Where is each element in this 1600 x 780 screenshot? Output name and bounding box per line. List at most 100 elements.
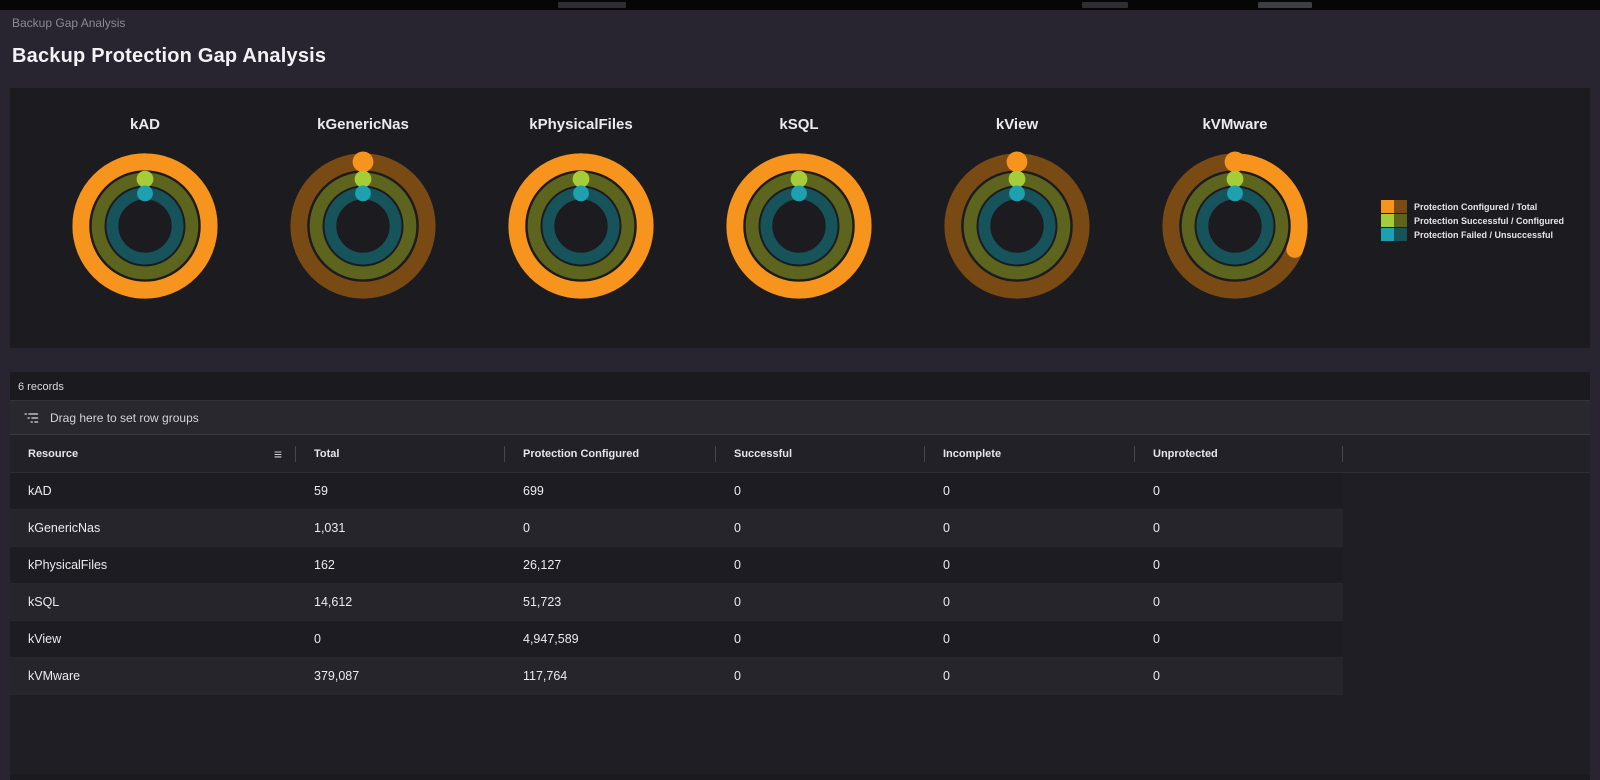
legend-item: Protection Failed / Unsuccessful <box>1380 228 1564 241</box>
chart-legend: Protection Configured / Total Protection … <box>1380 200 1564 241</box>
cell-incomplete: 0 <box>943 558 950 572</box>
column-header-label: Incomplete <box>943 447 1002 460</box>
donut-rings-graphic <box>944 151 1090 299</box>
cell-protection-configured: 117,764 <box>523 669 568 683</box>
legend-label: Protection Failed / Unsuccessful <box>1413 229 1554 240</box>
legend-label: Protection Configured / Total <box>1413 201 1538 212</box>
legend-swatch-bright <box>1380 214 1394 227</box>
cell-protection-configured: 4,947,589 <box>523 632 579 646</box>
top-chrome-strip <box>0 0 1600 10</box>
legend-label: Protection Successful / Configured <box>1413 215 1564 226</box>
cell-incomplete: 0 <box>943 632 950 646</box>
cell-total: 59 <box>314 484 328 498</box>
donut-chart-kPhysicalFiles[interactable]: kPhysicalFiles <box>502 116 660 305</box>
donut-chart-kView[interactable]: kView <box>938 116 1096 305</box>
donut-rings-graphic <box>290 151 436 299</box>
cell-resource: kSQL <box>28 595 60 609</box>
legend-swatch-dark <box>1393 214 1407 227</box>
chart-title: kSQL <box>779 116 819 133</box>
cell-successful: 0 <box>734 558 741 572</box>
legend-item: Protection Successful / Configured <box>1380 214 1564 227</box>
column-header-protection-configured[interactable]: Protection Configured <box>505 435 716 472</box>
donut-rings-graphic <box>726 153 872 299</box>
legend-swatch-bright <box>1380 200 1394 213</box>
cell-protection-configured: 0 <box>523 521 530 535</box>
cell-successful: 0 <box>734 484 741 498</box>
column-header-label: Total <box>314 447 340 460</box>
cell-incomplete: 0 <box>943 595 950 609</box>
donut-chart-kAD[interactable]: kAD <box>66 116 224 305</box>
chrome-fragment <box>558 2 626 8</box>
cell-unprotected: 0 <box>1153 521 1160 535</box>
column-header-unprotected[interactable]: Unprotected <box>1135 435 1343 472</box>
cell-protection-configured: 699 <box>523 484 544 498</box>
column-header-incomplete[interactable]: Incomplete <box>925 435 1135 472</box>
donut-rings-graphic <box>72 153 218 299</box>
row-group-hint-label: Drag here to set row groups <box>50 410 199 425</box>
table-row-kAD[interactable]: kAD 59 699 0 0 0 <box>10 473 1343 510</box>
legend-swatch-dark <box>1393 228 1407 241</box>
chart-title: kVMware <box>1202 116 1268 133</box>
chrome-fragment <box>1082 2 1128 8</box>
cell-successful: 0 <box>734 669 741 683</box>
cell-successful: 0 <box>734 632 741 646</box>
donut-charts-row: kAD kGenericNas kPhysicalFiles kSQL kView kVM… <box>66 116 1314 305</box>
table-row-kGenericNas[interactable]: kGenericNas 1,031 0 0 0 0 <box>10 510 1343 547</box>
donut-chart-kGenericNas[interactable]: kGenericNas <box>284 116 442 305</box>
table-row-kPhysicalFiles[interactable]: kPhysicalFiles 162 26,127 0 0 0 <box>10 547 1343 584</box>
donut-chart-kSQL[interactable]: kSQL <box>720 116 878 305</box>
cell-unprotected: 0 <box>1153 632 1160 646</box>
donut-rings-graphic <box>508 153 654 299</box>
cell-protection-configured: 26,127 <box>523 558 562 572</box>
cell-total: 162 <box>314 558 335 572</box>
row-group-dropzone[interactable]: Drag here to set row groups <box>10 401 1590 435</box>
cell-resource: kGenericNas <box>28 521 101 535</box>
records-count: 6 records <box>18 381 64 393</box>
legend-swatch-dark <box>1393 200 1407 213</box>
cell-total: 379,087 <box>314 669 360 683</box>
cell-unprotected: 0 <box>1153 595 1160 609</box>
donut-chart-kVMware[interactable]: kVMware <box>1156 116 1314 305</box>
cell-protection-configured: 51,723 <box>523 595 562 609</box>
data-grid: Drag here to set row groups Resource ≡ Tot… <box>10 400 1590 774</box>
cell-total: 1,031 <box>314 521 346 535</box>
cell-unprotected: 0 <box>1153 669 1160 683</box>
column-header-total[interactable]: Total <box>296 435 505 472</box>
cell-incomplete: 0 <box>943 484 950 498</box>
grid-header-row: Resource ≡ Total Protection Configured Succe… <box>10 435 1590 473</box>
cell-unprotected: 0 <box>1153 558 1160 572</box>
charts-panel: kAD kGenericNas kPhysicalFiles kSQL kView kVM… <box>10 88 1590 348</box>
cell-total: 0 <box>314 632 321 646</box>
chrome-fragment <box>1258 2 1312 8</box>
page-header: Backup Gap Analysis Backup Protection Ga… <box>0 10 1600 88</box>
table-row-kVMware[interactable]: kVMware 379,087 117,764 0 0 0 <box>10 658 1343 695</box>
table-row-kView[interactable]: kView 0 4,947,589 0 0 0 <box>10 621 1343 658</box>
column-header-label: Unprotected <box>1153 447 1218 460</box>
cell-unprotected: 0 <box>1153 484 1160 498</box>
chart-title: kAD <box>129 116 160 133</box>
breadcrumb[interactable]: Backup Gap Analysis <box>12 16 1600 30</box>
chart-title: kPhysicalFiles <box>529 116 633 133</box>
column-header-successful[interactable]: Successful <box>716 435 925 472</box>
chart-title: kGenericNas <box>317 116 409 133</box>
cell-successful: 0 <box>734 595 741 609</box>
legend-swatch-bright <box>1380 228 1394 241</box>
chart-title: kView <box>995 116 1039 133</box>
cell-total: 14,612 <box>314 595 353 609</box>
cell-resource: kPhysicalFiles <box>28 558 108 572</box>
column-menu-icon[interactable]: ≡ <box>274 446 282 462</box>
table-row-kSQL[interactable]: kSQL 14,612 51,723 0 0 0 <box>10 584 1343 621</box>
column-header-label: Resource <box>28 447 79 460</box>
legend-item: Protection Configured / Total <box>1380 200 1564 213</box>
cell-resource: kView <box>28 632 62 646</box>
donut-rings-graphic <box>1162 151 1308 299</box>
cell-incomplete: 0 <box>943 521 950 535</box>
cell-incomplete: 0 <box>943 669 950 683</box>
column-header-resource[interactable]: Resource ≡ <box>10 435 296 472</box>
cell-resource: kVMware <box>28 669 81 683</box>
cell-successful: 0 <box>734 521 741 535</box>
cell-resource: kAD <box>28 484 52 498</box>
column-header-label: Protection Configured <box>523 447 640 460</box>
row-groups-icon <box>24 411 39 425</box>
page-title: Backup Protection Gap Analysis <box>12 45 327 67</box>
